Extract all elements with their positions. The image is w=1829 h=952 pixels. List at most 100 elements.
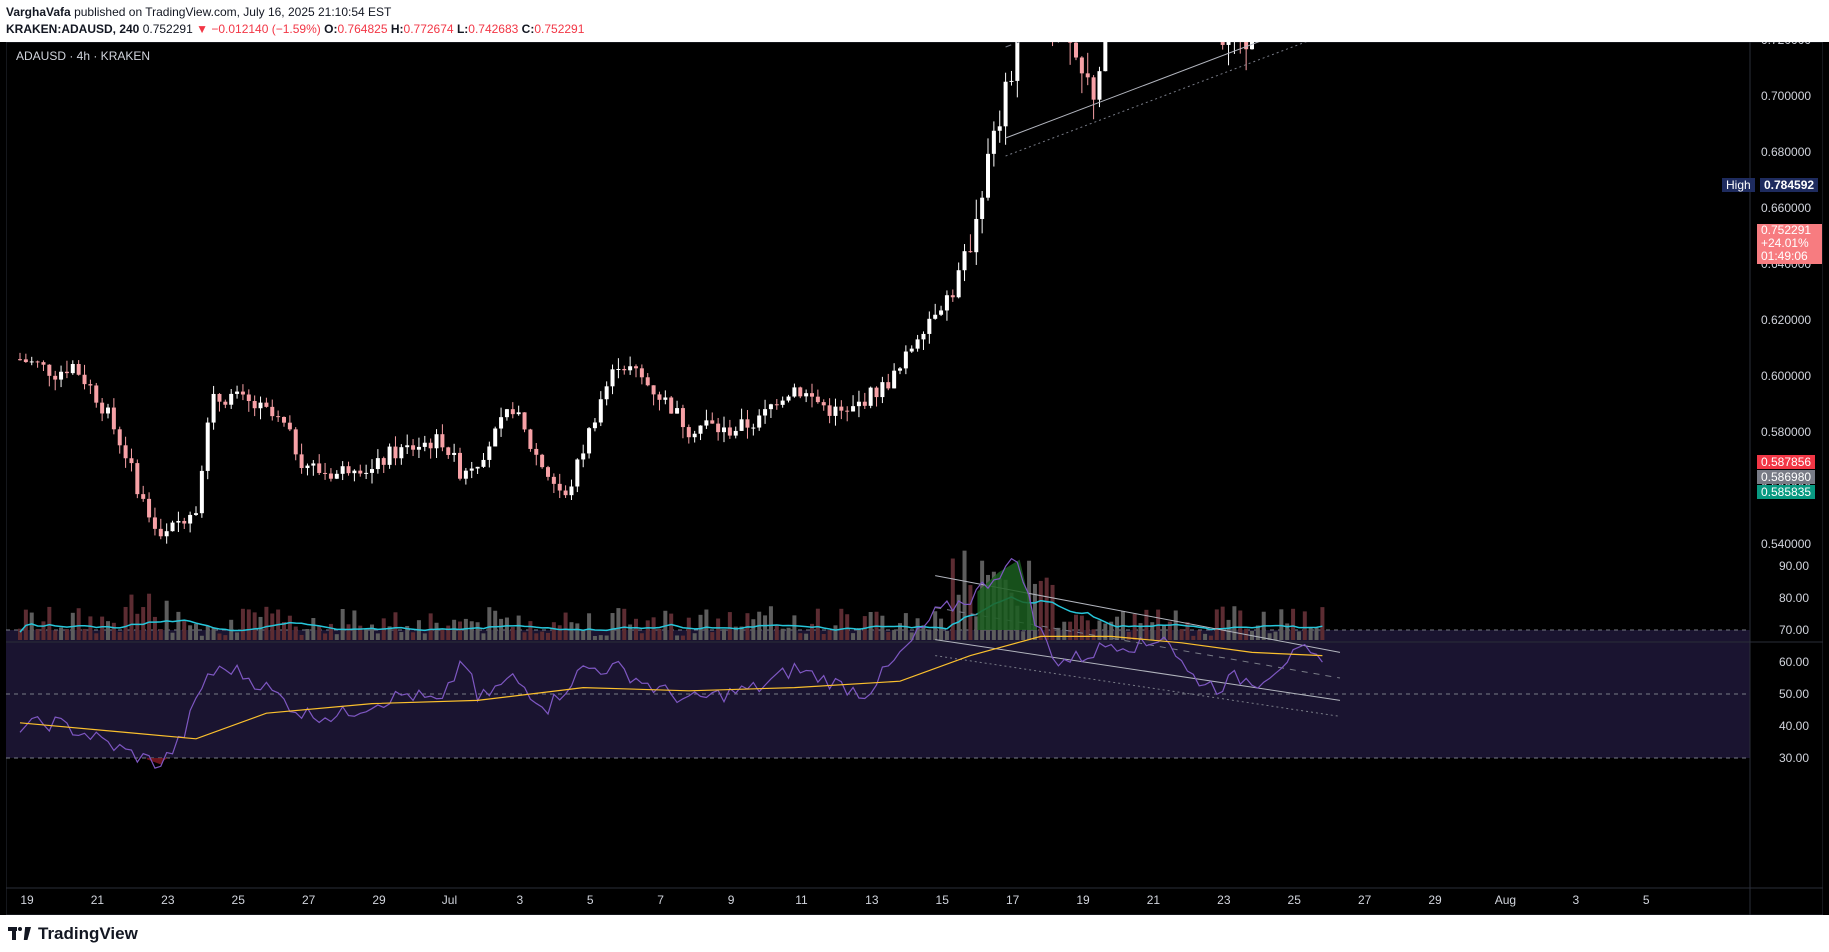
candle-body [1068, 42, 1073, 43]
candle-body [70, 364, 75, 374]
volume-bar [821, 634, 826, 640]
candle-body [839, 406, 844, 411]
candle-body [862, 401, 867, 406]
candle-body [88, 384, 93, 386]
rsi-tick-label: 30.00 [1779, 751, 1809, 765]
candle-body [980, 197, 985, 219]
time-tick-label: 13 [865, 893, 879, 907]
volume-bar [117, 632, 122, 640]
candle-body [358, 470, 363, 474]
volume-bar [399, 632, 404, 640]
candle-body [223, 401, 228, 405]
rsi-tick-label: 60.00 [1779, 655, 1809, 669]
volume-bar [657, 628, 662, 640]
high-tag-value: 0.784592 [1760, 178, 1819, 192]
volume-bar [334, 634, 339, 640]
candle-body [41, 362, 46, 365]
volume-bar [375, 633, 380, 640]
candle-body [657, 394, 662, 400]
candle-body [440, 434, 445, 448]
candle-body [639, 368, 644, 378]
price-tick-label: 0.580000 [1761, 425, 1811, 439]
candle-body [786, 396, 791, 401]
volume-bar [540, 631, 545, 640]
time-tick-label: 17 [1006, 893, 1020, 907]
price-tick-label: 0.540000 [1761, 537, 1811, 551]
volume-bar [610, 613, 615, 640]
candle-body [815, 396, 820, 403]
candle-body [152, 517, 157, 529]
candle-body [563, 490, 568, 496]
candle-body [188, 514, 193, 524]
volume-bar [1273, 631, 1278, 640]
candle-body [962, 251, 967, 271]
candle-body [651, 385, 656, 395]
volume-bar [287, 615, 292, 640]
candle-body [1074, 42, 1078, 58]
time-tick-label: 21 [1147, 893, 1161, 907]
author-name[interactable]: VarghaVafa [6, 5, 71, 19]
volume-bar [246, 609, 251, 640]
candle-body [880, 382, 885, 398]
volume-bar [581, 629, 586, 640]
volume-bar [434, 622, 439, 640]
volume-bar [798, 633, 803, 640]
candle-body [944, 295, 949, 311]
marker-gray-tag: 0.586980 [1757, 470, 1816, 484]
volume-bar [35, 628, 40, 640]
candle-body [276, 416, 281, 418]
high-tag-label: High [1722, 178, 1755, 192]
volume-bar [569, 622, 574, 640]
tradingview-logo-icon [8, 927, 32, 941]
time-tick-label: 5 [587, 893, 594, 907]
volume-bar [217, 633, 222, 640]
time-tick-label: 5 [1643, 893, 1650, 907]
candle-body [546, 467, 550, 477]
volume-bar [944, 630, 949, 640]
candle-body [334, 473, 339, 479]
volume-bar [1220, 606, 1225, 640]
volume-bar [1302, 611, 1307, 640]
publish-line: VarghaVafa published on TradingView.com,… [6, 5, 391, 19]
candle-body [340, 466, 345, 474]
candle-body [94, 385, 99, 403]
candle-body [598, 399, 603, 423]
candle-body [381, 458, 386, 465]
volume-bar [510, 627, 515, 640]
candle-body [194, 513, 198, 515]
candle-body [874, 387, 879, 398]
volume-bar [1314, 627, 1319, 640]
candle-body [452, 452, 457, 455]
candle-body [516, 412, 521, 415]
candle-body [856, 401, 861, 407]
candle-body [710, 420, 715, 424]
volume-bar [780, 628, 785, 640]
candle-body [1091, 77, 1096, 100]
volume-bar [358, 625, 363, 640]
candle-body [59, 371, 64, 380]
volume-bar [41, 621, 46, 640]
volume-bar [176, 611, 181, 640]
time-tick-label: 3 [1572, 893, 1579, 907]
volume-bar [698, 614, 703, 640]
volume-bar [516, 615, 521, 640]
candle-body [645, 377, 650, 386]
volume-bar [1197, 630, 1202, 640]
volume-bar [64, 629, 69, 640]
rsi-tick-label: 40.00 [1779, 719, 1809, 733]
candle-body [792, 387, 797, 397]
time-tick-label: 19 [1076, 893, 1090, 907]
candle-body [733, 430, 738, 436]
volume-bar [692, 633, 697, 640]
chart-canvas[interactable]: ADAUSD · 4h · KRAKEN 0.8800000.8600000.8… [6, 42, 1823, 915]
chart-frame[interactable]: ADAUSD · 4h · KRAKEN 0.8800000.8600000.8… [6, 42, 1823, 915]
candle-body [534, 448, 539, 455]
volume-bar [111, 622, 116, 640]
volume-bar [528, 621, 533, 640]
candle-body [581, 453, 586, 460]
volume-bar [76, 608, 81, 640]
candle-body [692, 433, 697, 438]
tradingview-logo[interactable]: TradingView [8, 924, 138, 944]
volume-bar [393, 612, 398, 640]
volume-bar [792, 615, 797, 640]
